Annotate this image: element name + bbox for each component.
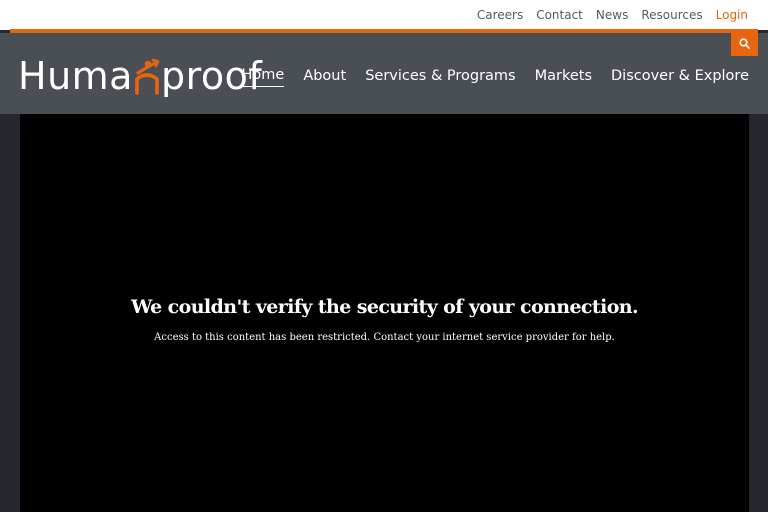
logo-text-left: Huma	[18, 54, 133, 98]
nav-item-about[interactable]: About	[303, 68, 346, 87]
blocked-content-frame: We couldn't verify the security of your …	[20, 114, 749, 512]
nav-item-markets[interactable]: Markets	[535, 68, 592, 87]
logo-figure-icon	[133, 53, 161, 99]
site-logo[interactable]: Huma proof	[18, 53, 262, 99]
utility-nav: Careers Contact News Resources Login	[477, 0, 748, 30]
error-detail: Access to this content has been restrict…	[154, 332, 615, 343]
utility-bar: Careers Contact News Resources Login	[0, 0, 768, 30]
utility-link-resources[interactable]: Resources	[641, 8, 702, 22]
search-icon	[739, 38, 750, 49]
nav-item-services-programs[interactable]: Services & Programs	[365, 68, 515, 87]
search-button[interactable]	[731, 31, 758, 56]
nav-item-discover-explore[interactable]: Discover & Explore	[611, 68, 749, 87]
nav-item-home[interactable]: Home	[241, 67, 285, 87]
main-header: Huma proof Home About Services & Program…	[0, 31, 768, 114]
utility-link-news[interactable]: News	[596, 8, 628, 22]
error-heading: We couldn't verify the security of your …	[130, 296, 639, 318]
utility-link-careers[interactable]: Careers	[477, 8, 523, 22]
login-link[interactable]: Login	[716, 8, 748, 22]
security-error-message: We couldn't verify the security of your …	[20, 296, 749, 343]
utility-link-contact[interactable]: Contact	[536, 8, 583, 22]
main-nav: Home About Services & Programs Markets D…	[241, 65, 749, 89]
